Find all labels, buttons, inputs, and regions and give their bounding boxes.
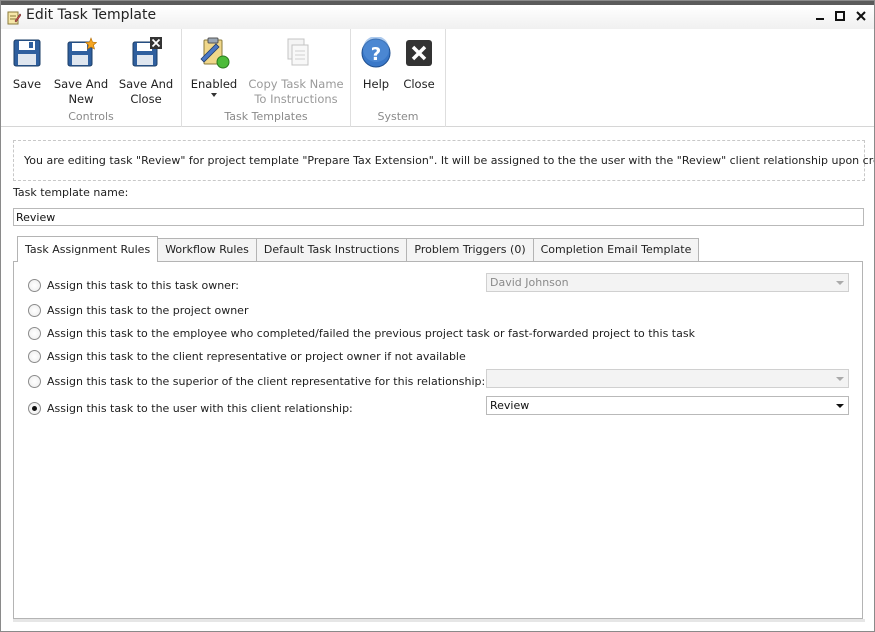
chevron-down-icon (836, 377, 844, 381)
chevron-down-icon (836, 281, 844, 285)
help-label: Help (362, 77, 390, 91)
task-owner-select-value: David Johnson (490, 276, 569, 289)
window-close-button[interactable] (854, 9, 868, 23)
rule-superior-label: Assign this task to the superior of the … (47, 374, 486, 388)
task-owner-select[interactable]: David Johnson (486, 273, 849, 292)
chevron-down-icon (836, 404, 844, 408)
enabled-icon (200, 37, 230, 69)
client-relationship-select[interactable]: Review (486, 396, 849, 415)
rule-superior-of-representative[interactable]: Assign this task to the superior of the … (28, 373, 485, 389)
enabled-label: Enabled (190, 77, 238, 91)
save-icon (13, 39, 41, 67)
copy-task-name-label-1: Copy Task Name (248, 77, 344, 91)
task-template-icon (7, 11, 21, 25)
tab-completion-email-template[interactable]: Completion Email Template (532, 238, 700, 262)
task-assignment-rules-panel: Assign this task to this task owner: Dav… (13, 261, 863, 619)
maximize-icon (835, 11, 845, 21)
rule-project-owner-label: Assign this task to the project owner (47, 303, 249, 317)
close-button[interactable]: Close (401, 37, 437, 92)
tab-default-task-instructions[interactable]: Default Task Instructions (255, 238, 408, 262)
rule-client-relationship-label: Assign this task to the user with this c… (47, 401, 353, 415)
ribbon-toolbar: Save Save And New Save And Close Control… (1, 29, 874, 127)
rule-previous-employee-radio[interactable] (28, 326, 41, 340)
rule-client-representative[interactable]: Assign this task to the client represent… (28, 348, 466, 364)
save-and-new-icon (67, 37, 97, 67)
edit-task-template-window: Edit Task Template Save Save And New Sav… (0, 0, 875, 632)
copy-document-icon (287, 38, 309, 66)
rule-previous-employee[interactable]: Assign this task to the employee who com… (28, 325, 695, 341)
rule-task-owner-label: Assign this task to this task owner: (47, 278, 239, 292)
rule-project-owner[interactable]: Assign this task to the project owner (28, 302, 248, 318)
copy-task-name-to-instructions-button[interactable]: Copy Task Name To Instructions (246, 37, 346, 107)
copy-task-name-label-2: To Instructions (254, 92, 338, 106)
panel-bottom-edge (13, 619, 865, 622)
minimize-button[interactable] (813, 9, 827, 23)
ribbon-group-task-templates: Enabled Copy Task Name To Instructions T… (182, 29, 351, 127)
rule-task-owner-radio[interactable] (28, 278, 41, 292)
rule-task-owner[interactable]: Assign this task to this task owner: (28, 277, 239, 293)
client-relationship-select-value: Review (490, 399, 530, 412)
save-and-close-button[interactable]: Save And Close (115, 37, 177, 107)
rule-client-relationship-radio[interactable] (28, 401, 41, 415)
title-bar: Edit Task Template (1, 5, 874, 29)
close-icon (406, 40, 432, 66)
task-templates-group-label: Task Templates (224, 110, 308, 123)
info-message: You are editing task "Review" for projec… (13, 140, 874, 181)
svg-text:?: ? (371, 44, 381, 65)
save-and-close-icon (132, 37, 162, 67)
rule-client-relationship-user[interactable]: Assign this task to the user with this c… (28, 400, 353, 416)
save-and-new-label-1: Save And (53, 77, 109, 91)
window-title: Edit Task Template (26, 7, 157, 23)
controls-group-label: Controls (68, 110, 114, 123)
enabled-button[interactable]: Enabled (190, 37, 238, 97)
tab-workflow-rules[interactable]: Workflow Rules (157, 238, 257, 262)
help-icon: ? (361, 37, 391, 68)
window-close-icon (856, 11, 866, 21)
save-label: Save (12, 77, 42, 91)
rule-project-owner-radio[interactable] (28, 303, 41, 317)
tab-task-assignment-rules[interactable]: Task Assignment Rules (17, 236, 159, 262)
maximize-button[interactable] (833, 9, 847, 23)
ribbon-group-system: ? Help Close System (351, 29, 446, 127)
save-button[interactable]: Save (9, 37, 45, 92)
help-button[interactable]: ? Help (359, 37, 393, 92)
rule-client-representative-label: Assign this task to the client represent… (47, 349, 466, 363)
ribbon-group-controls: Save Save And New Save And Close Control… (1, 29, 182, 127)
tab-strip: Task Assignment Rules Workflow Rules Def… (17, 236, 700, 262)
save-and-close-label-1: Save And (118, 77, 174, 91)
superior-relationship-select[interactable] (486, 369, 849, 388)
save-and-new-button[interactable]: Save And New (51, 37, 111, 107)
enabled-dropdown-arrow-icon[interactable] (211, 93, 217, 97)
system-group-label: System (377, 110, 419, 123)
rule-previous-employee-label: Assign this task to the employee who com… (47, 326, 695, 340)
save-and-new-label-2: New (68, 92, 94, 106)
content-area: You are editing task "Review" for projec… (1, 128, 874, 631)
save-and-close-label-2: Close (130, 92, 162, 106)
close-label: Close (403, 77, 435, 91)
rule-client-representative-radio[interactable] (28, 349, 41, 363)
minimize-icon (816, 18, 824, 20)
task-template-name-label: Task template name: (13, 186, 129, 199)
tab-problem-triggers[interactable]: Problem Triggers (0) (406, 238, 534, 262)
task-template-name-input[interactable] (13, 208, 864, 226)
rule-superior-radio[interactable] (28, 374, 41, 388)
